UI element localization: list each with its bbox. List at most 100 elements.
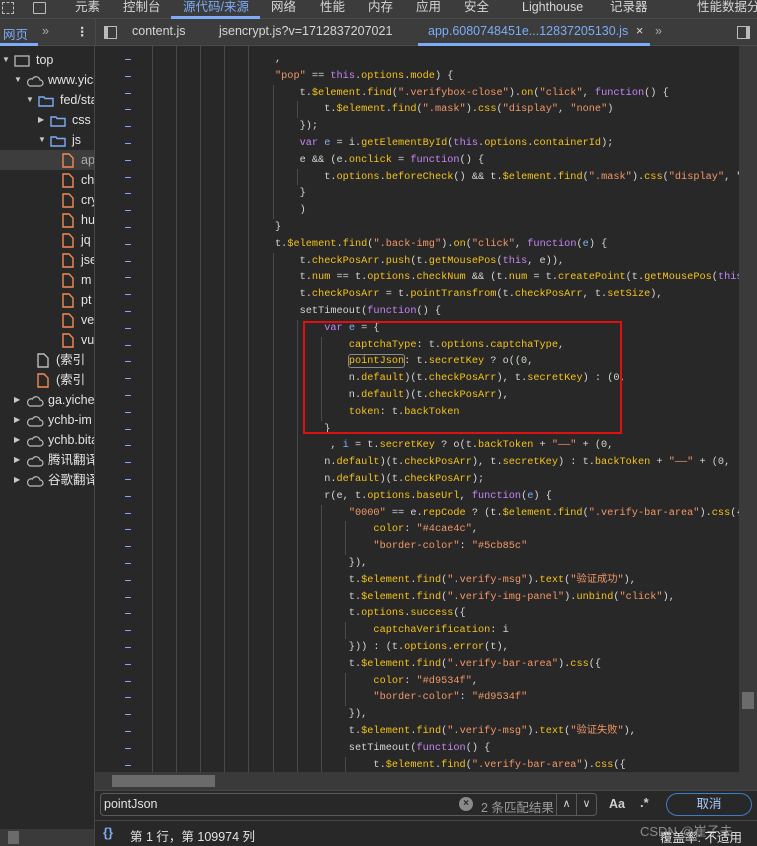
code-line[interactable]: r(e, t.options.baseUrl, function(e) { bbox=[275, 488, 552, 505]
line-number-placeholder[interactable] bbox=[125, 294, 131, 296]
line-number-placeholder[interactable] bbox=[125, 546, 131, 548]
code-line[interactable]: t.options.success({ bbox=[275, 605, 466, 622]
code-line[interactable]: } bbox=[275, 219, 281, 236]
line-number-placeholder[interactable] bbox=[125, 697, 131, 699]
line-number-placeholder[interactable] bbox=[125, 193, 131, 195]
code-line[interactable]: t.options.beforeCheck() && t.$element.fi… bbox=[275, 169, 740, 186]
code-line[interactable]: } bbox=[275, 185, 306, 202]
code-editor[interactable]: , "pop" == this.options.mode) { t.$elemen… bbox=[0, 0, 740, 772]
match-case-button[interactable]: Aa bbox=[609, 797, 625, 811]
previous-match-button[interactable]: ∧ bbox=[556, 794, 576, 815]
indent-guide bbox=[273, 655, 274, 673]
line-number-placeholder[interactable] bbox=[125, 731, 131, 732]
clear-search-icon[interactable]: × bbox=[459, 797, 473, 811]
line-number-placeholder[interactable] bbox=[125, 764, 131, 766]
code-line[interactable]: n.default)(t.checkPosArr); bbox=[275, 471, 484, 488]
line-number-placeholder[interactable] bbox=[125, 714, 131, 716]
line-number-placeholder[interactable] bbox=[125, 59, 131, 60]
line-number-placeholder[interactable] bbox=[125, 227, 131, 228]
indent-guide bbox=[273, 252, 274, 270]
line-number-placeholder[interactable] bbox=[125, 512, 131, 514]
code-line[interactable]: }); bbox=[275, 118, 318, 135]
code-line[interactable]: }), bbox=[275, 706, 367, 723]
line-number-placeholder[interactable] bbox=[125, 395, 131, 396]
regex-button[interactable]: .* bbox=[640, 795, 649, 810]
code-line[interactable]: ) bbox=[275, 202, 306, 219]
horizontal-scroll-thumb[interactable] bbox=[112, 775, 215, 787]
code-line[interactable]: t.checkPosArr = t.pointTransfrom(t.check… bbox=[275, 286, 663, 303]
code-line[interactable]: color: "#4cae4c", bbox=[275, 521, 478, 538]
code-line[interactable]: e && (e.onclick = function() { bbox=[275, 152, 485, 169]
line-number-placeholder[interactable] bbox=[125, 647, 131, 648]
code-line[interactable]: t.$element.find(".mask").css("display", … bbox=[275, 101, 613, 118]
line-number-placeholder[interactable] bbox=[125, 277, 131, 279]
line-number-placeholder[interactable] bbox=[125, 210, 131, 212]
code-line[interactable]: t.$element.find(".verify-msg").text("验证失… bbox=[275, 723, 636, 740]
code-line[interactable]: "pop" == this.options.mode) { bbox=[275, 68, 453, 85]
code-line[interactable]: "border-color": "#d9534f" bbox=[275, 689, 527, 706]
indent-guide bbox=[273, 739, 274, 757]
line-number-placeholder[interactable] bbox=[125, 630, 131, 632]
code-line[interactable]: n.default)(t.checkPosArr), t.secretKey) … bbox=[275, 454, 730, 471]
cancel-search-button[interactable]: 取消 bbox=[666, 793, 752, 816]
line-number-placeholder[interactable] bbox=[125, 159, 131, 161]
code-line[interactable]: })) : (t.options.error(t), bbox=[275, 639, 509, 656]
code-line[interactable]: var e = i.getElementById(this.options.co… bbox=[275, 135, 614, 152]
code-line[interactable]: t.$element.find(".back-img").on("click",… bbox=[275, 236, 607, 253]
code-line[interactable]: t.$element.find(".verify-img-panel").unb… bbox=[275, 589, 675, 606]
code-line[interactable]: setTimeout(function() { bbox=[275, 740, 491, 757]
line-number-placeholder[interactable] bbox=[125, 378, 131, 380]
navigator-horizontal-scrollbar[interactable] bbox=[0, 829, 94, 846]
line-number-placeholder[interactable] bbox=[125, 176, 131, 178]
indent-guide bbox=[273, 286, 274, 303]
code-line[interactable]: "0000" == e.repCode ? (t.$element.find("… bbox=[275, 505, 740, 522]
line-number-placeholder[interactable] bbox=[125, 529, 131, 531]
line-number-placeholder[interactable] bbox=[125, 75, 131, 77]
line-number-placeholder[interactable] bbox=[125, 596, 131, 598]
code-line[interactable]: t.checkPosArr.push(t.getMousePos(this, e… bbox=[275, 253, 565, 270]
highlight-annotation-box bbox=[303, 321, 622, 434]
code-line[interactable]: t.$element.find(".verify-msg").text("验证成… bbox=[275, 572, 636, 589]
line-number-placeholder[interactable] bbox=[125, 327, 131, 329]
line-number-placeholder[interactable] bbox=[125, 747, 131, 749]
line-number-placeholder[interactable] bbox=[125, 613, 131, 615]
code-line[interactable]: setTimeout(function() { bbox=[275, 303, 442, 320]
line-number-placeholder[interactable] bbox=[125, 411, 131, 413]
line-number-placeholder[interactable] bbox=[125, 479, 131, 480]
line-number-placeholder[interactable] bbox=[125, 495, 131, 497]
search-query[interactable]: pointJson bbox=[104, 797, 158, 811]
line-number-placeholder[interactable] bbox=[125, 92, 131, 94]
line-number-placeholder[interactable] bbox=[125, 462, 131, 464]
code-line[interactable]: , bbox=[275, 51, 281, 68]
line-number-placeholder[interactable] bbox=[125, 663, 131, 665]
code-line[interactable]: "border-color": "#5cb85c" bbox=[275, 538, 527, 555]
vertical-scroll-thumb[interactable] bbox=[742, 692, 754, 709]
line-number-placeholder[interactable] bbox=[125, 579, 131, 581]
code-line[interactable]: }), bbox=[275, 555, 367, 572]
code-line[interactable]: t.$element.find(".verify-bar-area").css(… bbox=[275, 656, 601, 673]
line-number-placeholder[interactable] bbox=[125, 143, 131, 144]
pretty-print-icon[interactable]: {} bbox=[103, 825, 113, 840]
line-number-placeholder[interactable] bbox=[125, 445, 131, 447]
next-match-button[interactable]: ∨ bbox=[576, 794, 596, 815]
indent-guide bbox=[273, 269, 274, 287]
line-number-placeholder[interactable] bbox=[125, 428, 131, 430]
line-number-placeholder[interactable] bbox=[125, 361, 131, 363]
code-line[interactable]: t.$element.find(".verifybox-close").on("… bbox=[275, 85, 669, 102]
code-line[interactable]: t.num == t.options.checkNum && (t.num = … bbox=[275, 269, 740, 286]
code-line[interactable]: captchaVerification: i bbox=[275, 622, 508, 639]
indent-guide bbox=[200, 46, 201, 772]
line-number-placeholder[interactable] bbox=[125, 680, 131, 682]
code-line[interactable]: t.$element.find(".verify-bar-area").css(… bbox=[275, 757, 625, 772]
line-number-placeholder[interactable] bbox=[125, 311, 131, 312]
code-line[interactable]: , i = t.secretKey ? o(t.backToken + "——"… bbox=[275, 437, 613, 454]
line-number-placeholder[interactable] bbox=[125, 260, 131, 262]
editor-vertical-scrollbar[interactable] bbox=[739, 46, 757, 773]
indent-guide bbox=[273, 437, 274, 455]
line-number-placeholder[interactable] bbox=[125, 126, 131, 128]
line-number-placeholder[interactable] bbox=[125, 109, 131, 111]
code-line[interactable]: color: "#d9534f", bbox=[275, 673, 478, 690]
line-number-placeholder[interactable] bbox=[125, 243, 131, 245]
line-number-placeholder[interactable] bbox=[125, 563, 131, 564]
line-number-placeholder[interactable] bbox=[125, 344, 131, 346]
